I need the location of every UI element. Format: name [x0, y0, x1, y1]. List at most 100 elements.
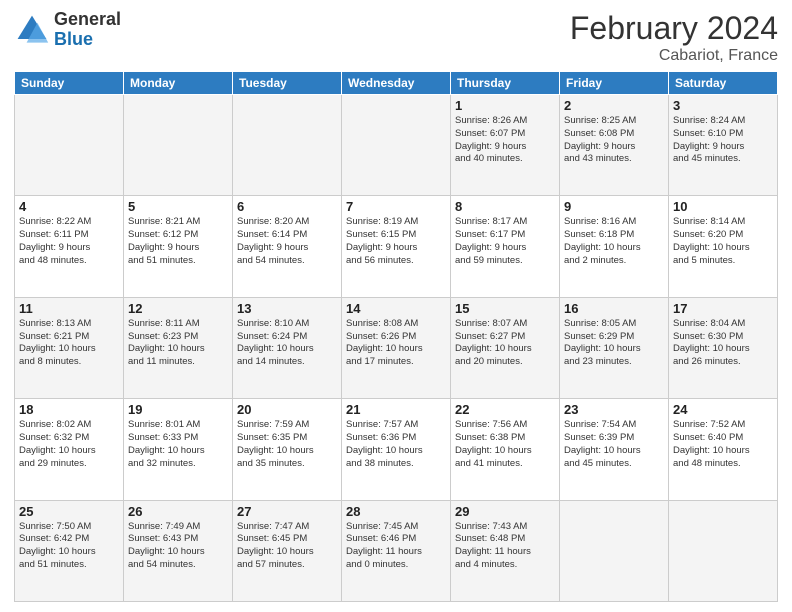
- day-number: 7: [346, 199, 446, 214]
- header: General Blue February 2024 Cabariot, Fra…: [14, 10, 778, 65]
- day-info: Sunrise: 7:47 AM Sunset: 6:45 PM Dayligh…: [237, 521, 337, 572]
- calendar-cell: 16 Sunrise: 8:05 AM Sunset: 6:29 PM Dayli…: [560, 297, 669, 398]
- day-info: Sunrise: 8:21 AM Sunset: 6:12 PM Dayligh…: [128, 216, 228, 267]
- day-number: 14: [346, 301, 446, 316]
- day-number: 13: [237, 301, 337, 316]
- day-info: Sunrise: 7:57 AM Sunset: 6:36 PM Dayligh…: [346, 419, 446, 470]
- day-number: 3: [673, 98, 773, 113]
- week-row-4: 18 Sunrise: 8:02 AM Sunset: 6:32 PM Dayli…: [15, 399, 778, 500]
- logo-icon: [14, 12, 50, 48]
- day-number: 4: [19, 199, 119, 214]
- day-info: Sunrise: 8:02 AM Sunset: 6:32 PM Dayligh…: [19, 419, 119, 470]
- day-number: 17: [673, 301, 773, 316]
- day-number: 8: [455, 199, 555, 214]
- week-row-3: 11Sunrise: 8:13 AM Sunset: 6:21 PM Dayli…: [15, 297, 778, 398]
- day-number: 28: [346, 504, 446, 519]
- day-info: Sunrise: 7:43 AM Sunset: 6:48 PM Dayligh…: [455, 521, 555, 572]
- day-number: 21: [346, 402, 446, 417]
- day-info: Sunrise: 8:01 AM Sunset: 6:33 PM Dayligh…: [128, 419, 228, 470]
- day-number: 15: [455, 301, 555, 316]
- day-number: 10: [673, 199, 773, 214]
- day-info: Sunrise: 8:22 AM Sunset: 6:11 PM Dayligh…: [19, 216, 119, 267]
- day-info: Sunrise: 7:54 AM Sunset: 6:39 PM Dayligh…: [564, 419, 664, 470]
- weekday-header-friday: Friday: [560, 72, 669, 95]
- day-number: 23: [564, 402, 664, 417]
- day-number: 5: [128, 199, 228, 214]
- day-info: Sunrise: 8:08 AM Sunset: 6:26 PM Dayligh…: [346, 318, 446, 369]
- calendar-cell: 13 Sunrise: 8:10 AM Sunset: 6:24 PM Dayli…: [233, 297, 342, 398]
- calendar-cell: 28Sunrise: 7:45 AM Sunset: 6:46 PM Dayli…: [342, 500, 451, 601]
- calendar-subtitle: Cabariot, France: [570, 47, 778, 65]
- calendar-cell: 21 Sunrise: 7:57 AM Sunset: 6:36 PM Dayli…: [342, 399, 451, 500]
- logo: General Blue: [14, 10, 121, 50]
- day-info: Sunrise: 8:07 AM Sunset: 6:27 PM Dayligh…: [455, 318, 555, 369]
- day-info: Sunrise: 8:10 AM Sunset: 6:24 PM Dayligh…: [237, 318, 337, 369]
- calendar-cell: [233, 95, 342, 196]
- day-number: 20: [237, 402, 337, 417]
- calendar-cell: 24 Sunrise: 7:52 AM Sunset: 6:40 PM Dayli…: [669, 399, 778, 500]
- week-row-2: 4 Sunrise: 8:22 AM Sunset: 6:11 PM Daylig…: [15, 196, 778, 297]
- calendar-cell: 12Sunrise: 8:11 AM Sunset: 6:23 PM Dayli…: [124, 297, 233, 398]
- calendar-cell: 11Sunrise: 8:13 AM Sunset: 6:21 PM Dayli…: [15, 297, 124, 398]
- day-number: 27: [237, 504, 337, 519]
- day-info: Sunrise: 8:19 AM Sunset: 6:15 PM Dayligh…: [346, 216, 446, 267]
- calendar-table: SundayMondayTuesdayWednesdayThursdayFrid…: [14, 71, 778, 602]
- calendar-cell: 1Sunrise: 8:26 AM Sunset: 6:07 PM Daylig…: [451, 95, 560, 196]
- calendar-cell: 22 Sunrise: 7:56 AM Sunset: 6:38 PM Dayli…: [451, 399, 560, 500]
- day-info: Sunrise: 8:17 AM Sunset: 6:17 PM Dayligh…: [455, 216, 555, 267]
- weekday-header-saturday: Saturday: [669, 72, 778, 95]
- calendar-cell: [342, 95, 451, 196]
- day-info: Sunrise: 8:14 AM Sunset: 6:20 PM Dayligh…: [673, 216, 773, 267]
- day-info: Sunrise: 8:20 AM Sunset: 6:14 PM Dayligh…: [237, 216, 337, 267]
- day-number: 16: [564, 301, 664, 316]
- logo-blue: Blue: [54, 30, 121, 50]
- day-number: 22: [455, 402, 555, 417]
- day-number: 6: [237, 199, 337, 214]
- day-info: Sunrise: 8:04 AM Sunset: 6:30 PM Dayligh…: [673, 318, 773, 369]
- day-info: Sunrise: 8:11 AM Sunset: 6:23 PM Dayligh…: [128, 318, 228, 369]
- day-info: Sunrise: 8:24 AM Sunset: 6:10 PM Dayligh…: [673, 115, 773, 166]
- calendar-cell: 20 Sunrise: 7:59 AM Sunset: 6:35 PM Dayli…: [233, 399, 342, 500]
- day-info: Sunrise: 7:59 AM Sunset: 6:35 PM Dayligh…: [237, 419, 337, 470]
- day-number: 11: [19, 301, 119, 316]
- weekday-header-tuesday: Tuesday: [233, 72, 342, 95]
- day-number: 2: [564, 98, 664, 113]
- day-info: Sunrise: 8:25 AM Sunset: 6:08 PM Dayligh…: [564, 115, 664, 166]
- calendar-cell: 3 Sunrise: 8:24 AM Sunset: 6:10 PM Daylig…: [669, 95, 778, 196]
- logo-text: General Blue: [54, 10, 121, 50]
- calendar-cell: [124, 95, 233, 196]
- calendar-cell: 25Sunrise: 7:50 AM Sunset: 6:42 PM Dayli…: [15, 500, 124, 601]
- day-info: Sunrise: 7:49 AM Sunset: 6:43 PM Dayligh…: [128, 521, 228, 572]
- day-info: Sunrise: 7:52 AM Sunset: 6:40 PM Dayligh…: [673, 419, 773, 470]
- calendar-cell: 9 Sunrise: 8:16 AM Sunset: 6:18 PM Daylig…: [560, 196, 669, 297]
- calendar-cell: 4 Sunrise: 8:22 AM Sunset: 6:11 PM Daylig…: [15, 196, 124, 297]
- calendar-cell: 29 Sunrise: 7:43 AM Sunset: 6:48 PM Dayli…: [451, 500, 560, 601]
- day-info: Sunrise: 7:50 AM Sunset: 6:42 PM Dayligh…: [19, 521, 119, 572]
- calendar-cell: [15, 95, 124, 196]
- calendar-cell: 2 Sunrise: 8:25 AM Sunset: 6:08 PM Daylig…: [560, 95, 669, 196]
- calendar-cell: 10 Sunrise: 8:14 AM Sunset: 6:20 PM Dayli…: [669, 196, 778, 297]
- title-block: February 2024 Cabariot, France: [570, 10, 778, 65]
- day-number: 18: [19, 402, 119, 417]
- weekday-header-row: SundayMondayTuesdayWednesdayThursdayFrid…: [15, 72, 778, 95]
- day-number: 26: [128, 504, 228, 519]
- calendar-cell: 18 Sunrise: 8:02 AM Sunset: 6:32 PM Dayli…: [15, 399, 124, 500]
- calendar-cell: 5 Sunrise: 8:21 AM Sunset: 6:12 PM Daylig…: [124, 196, 233, 297]
- calendar-cell: 27 Sunrise: 7:47 AM Sunset: 6:45 PM Dayli…: [233, 500, 342, 601]
- day-number: 9: [564, 199, 664, 214]
- weekday-header-wednesday: Wednesday: [342, 72, 451, 95]
- weekday-header-thursday: Thursday: [451, 72, 560, 95]
- day-number: 24: [673, 402, 773, 417]
- calendar-cell: 26 Sunrise: 7:49 AM Sunset: 6:43 PM Dayli…: [124, 500, 233, 601]
- calendar-cell: 15 Sunrise: 8:07 AM Sunset: 6:27 PM Dayli…: [451, 297, 560, 398]
- day-info: Sunrise: 8:16 AM Sunset: 6:18 PM Dayligh…: [564, 216, 664, 267]
- week-row-5: 25Sunrise: 7:50 AM Sunset: 6:42 PM Dayli…: [15, 500, 778, 601]
- weekday-header-monday: Monday: [124, 72, 233, 95]
- day-number: 29: [455, 504, 555, 519]
- calendar-title: February 2024: [570, 10, 778, 47]
- day-info: Sunrise: 7:56 AM Sunset: 6:38 PM Dayligh…: [455, 419, 555, 470]
- calendar-cell: [560, 500, 669, 601]
- day-info: Sunrise: 8:05 AM Sunset: 6:29 PM Dayligh…: [564, 318, 664, 369]
- calendar-cell: [669, 500, 778, 601]
- calendar-cell: 8 Sunrise: 8:17 AM Sunset: 6:17 PM Daylig…: [451, 196, 560, 297]
